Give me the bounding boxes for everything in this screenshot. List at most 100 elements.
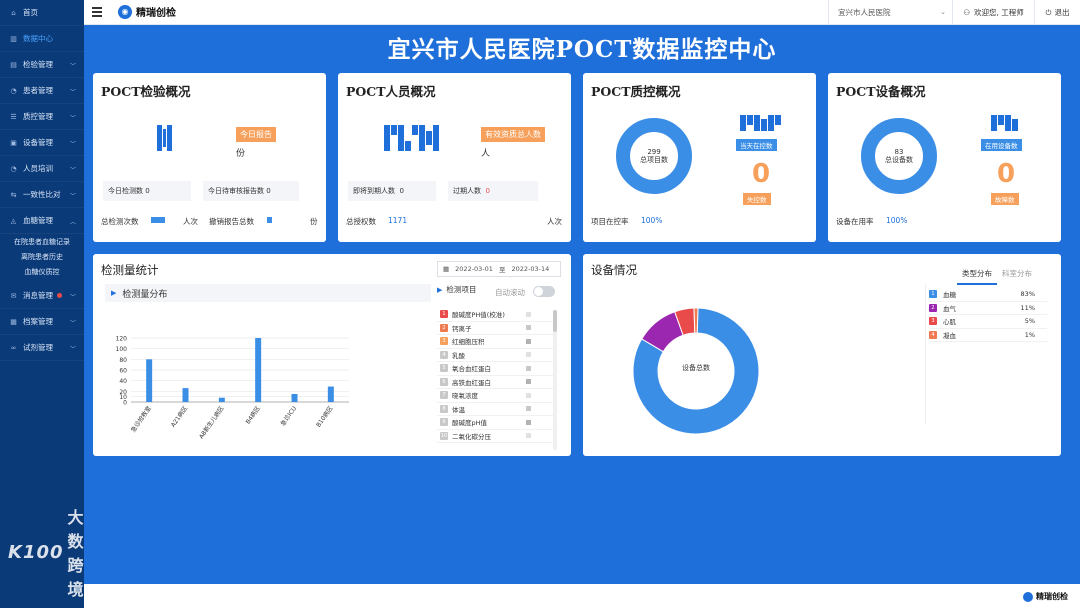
- authorized-value: 1171: [388, 216, 408, 225]
- revoked-masked: [267, 217, 272, 223]
- project-list-item[interactable]: 5 氧合血红蛋白: [437, 362, 555, 376]
- sidebar-item[interactable]: ◔ 患者管理 ﹀: [0, 78, 84, 104]
- project-name: 晓氧浓度: [452, 392, 478, 401]
- stat-label: 今日检测数: [108, 187, 143, 195]
- drop-icon: ◬: [10, 216, 17, 225]
- project-name: 红细胞压积: [452, 338, 485, 347]
- legend-badge: 3: [929, 317, 937, 326]
- link-icon: ∞: [10, 343, 17, 352]
- qc-total-value: 299: [647, 148, 661, 156]
- device-donut-center: 83 总设备数: [869, 148, 929, 164]
- tab-type-distribution[interactable]: 类型分布: [957, 266, 997, 285]
- chevron-down-icon: ﹀: [69, 115, 76, 122]
- project-count-masked: [526, 365, 531, 371]
- rank-badge: 9: [440, 418, 448, 427]
- equipment-donut-center-label: 设备总数: [682, 364, 710, 372]
- sidebar-item[interactable]: ✉ 消息管理 ﹀: [0, 283, 84, 309]
- legend-badge: 2: [929, 303, 937, 312]
- project-list-item[interactable]: 9 酸碱度pH值: [437, 416, 555, 430]
- project-list-item[interactable]: 7 晓氧浓度: [437, 389, 555, 403]
- sidebar-item[interactable]: ◬ 血糖管理 ︿: [0, 208, 84, 234]
- chevron-down-icon: ﹀: [69, 294, 76, 301]
- sidebar-subitem[interactable]: 离院患者历史: [0, 249, 84, 264]
- stat-value: 0: [485, 187, 490, 195]
- x-tick-label: B10病区: [314, 405, 334, 429]
- logout-button[interactable]: ⏻ 退出: [1034, 0, 1080, 25]
- expiring-staff-stat: 即将到期人数 0: [348, 181, 436, 201]
- project-count-masked: [526, 419, 531, 425]
- qc-rate-value: 100%: [641, 216, 663, 225]
- watermark: K100 大数跨境: [8, 504, 85, 600]
- stat-label: 过期人数: [453, 187, 481, 195]
- project-count-masked: [526, 379, 531, 385]
- menu-toggle-icon[interactable]: [92, 7, 102, 17]
- project-count-masked: [526, 433, 531, 439]
- project-count-masked: [526, 406, 531, 412]
- sidebar-item-label: 数据中心: [23, 34, 53, 43]
- tab-department-distribution[interactable]: 科室分布: [997, 266, 1037, 285]
- legend-row: 1 血糖 83%: [929, 288, 1047, 302]
- hospital-select-value: 宜兴市人民医院: [838, 8, 891, 17]
- scrollbar-thumb[interactable]: [553, 310, 557, 332]
- sidebar-item-label: 首页: [23, 8, 38, 17]
- date-end: 2022-03-14: [511, 265, 550, 273]
- sidebar-item[interactable]: ⇆ 一致性比对 ﹀: [0, 182, 84, 208]
- sidebar-item[interactable]: ▦ 档案管理 ﹀: [0, 309, 84, 335]
- brand-mark-icon: ◉: [118, 4, 132, 19]
- x-tick-label: B4病区: [244, 405, 262, 426]
- auto-scroll-toggle[interactable]: [533, 286, 555, 297]
- qualified-staff-unit: 人: [481, 149, 491, 159]
- power-icon: ⏻: [1045, 7, 1052, 17]
- project-name: 体温: [452, 405, 465, 414]
- authorized-label: 总授权数: [346, 217, 376, 226]
- bar: [327, 386, 334, 402]
- y-tick-label: 20: [119, 389, 127, 396]
- sidebar-item[interactable]: ▤ 检验管理 ﹀: [0, 52, 84, 78]
- project-list-item[interactable]: 2 钙离子: [437, 322, 555, 335]
- bar: [146, 359, 153, 402]
- project-name: 二氧化碳分压: [452, 432, 491, 441]
- test-totals-row: 总检测次数 人次 撤销报告总数 份: [93, 209, 326, 233]
- sidebar-item[interactable]: ◔ 人员培训 ﹀: [0, 156, 84, 182]
- user-menu[interactable]: ⚇ 欢迎您, 工程师: [952, 0, 1034, 25]
- x-tick-label: 急诊抢救室: [129, 405, 153, 434]
- total-tests-unit: 人次: [183, 217, 198, 226]
- in-control-tag: 当天在控数: [736, 139, 777, 151]
- sidebar-subitem[interactable]: 在院患者血糖记录: [0, 234, 84, 249]
- project-list-item[interactable]: 4 乳酸: [437, 349, 555, 362]
- legend-row: 4 凝血 1%: [929, 329, 1047, 342]
- page-title: 宜兴市人民医院POCT数据监控中心: [387, 36, 777, 63]
- legend-label: 血糖: [943, 291, 956, 300]
- sidebar-subitem[interactable]: 血糖仪质控: [0, 264, 84, 279]
- project-list-item[interactable]: 1 酸碱度PH值(校准): [437, 308, 555, 322]
- legend-percent: 83%: [1020, 290, 1035, 299]
- qualified-staff-tag: 有效资质总人数: [481, 127, 545, 142]
- project-count-masked: [526, 392, 531, 398]
- hospital-select[interactable]: 宜兴市人民医院 ⌄: [828, 0, 952, 25]
- document-icon: ▤: [10, 60, 17, 69]
- project-list-scrollbar[interactable]: [553, 310, 557, 450]
- project-count-masked: [526, 338, 531, 344]
- stat-value: 0: [266, 187, 271, 195]
- card-title: POCT人员概况: [346, 84, 436, 99]
- equipment-status-card: 设备情况 类型分布 科室分布 设备总数 1 血糖 83% 2 血气 11% 3 心肌 5% 4 凝血…: [583, 254, 1061, 456]
- date-range-picker[interactable]: ▦ 2022-03-01 至 2022-03-14: [437, 261, 561, 277]
- legend-row: 2 血气 11%: [929, 302, 1047, 315]
- project-list-item[interactable]: 6 高铁血红蛋白: [437, 376, 555, 389]
- legend-label: 心肌: [943, 318, 956, 327]
- legend-percent: 1%: [1024, 330, 1035, 339]
- sliders-icon: ☰: [10, 112, 17, 121]
- sidebar-item[interactable]: ∞ 试剂管理 ﹀: [0, 335, 84, 361]
- project-list-item[interactable]: 10 二氧化碳分压: [437, 430, 555, 443]
- sidebar-item[interactable]: ▥ 数据中心: [0, 26, 84, 52]
- faulty-value: 0: [997, 159, 1016, 189]
- project-list-item[interactable]: 8 体温: [437, 403, 555, 416]
- project-list-item[interactable]: 3 红细胞压积: [437, 335, 555, 349]
- qc-total-label: 总项目数: [640, 156, 668, 164]
- folder-icon: ▦: [10, 317, 17, 326]
- y-tick-label: 100: [116, 346, 128, 353]
- sidebar-item[interactable]: ▣ 设备管理 ﹀: [0, 130, 84, 156]
- sidebar-item[interactable]: ⌂ 首页: [0, 0, 84, 26]
- sidebar-item[interactable]: ☰ 质控管理 ﹀: [0, 104, 84, 130]
- rank-badge: 2: [440, 323, 448, 332]
